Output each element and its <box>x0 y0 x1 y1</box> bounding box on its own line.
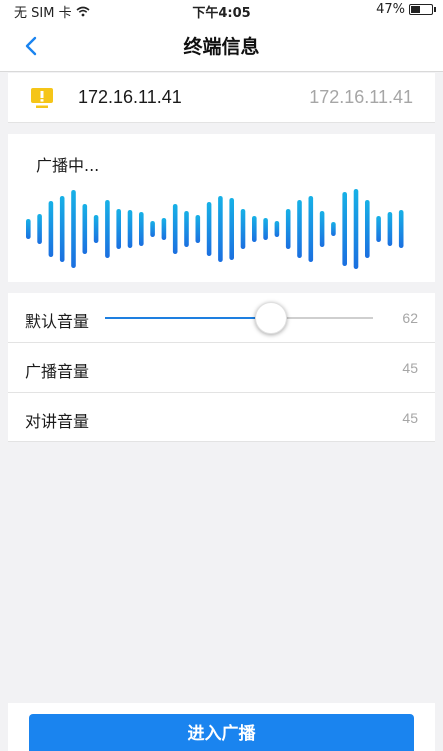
wave-bar <box>150 221 155 237</box>
broadcast-wave-card: 广播中... <box>8 134 435 282</box>
wave-bar <box>331 222 336 236</box>
wave-bar <box>274 221 280 237</box>
broadcast-volume-label: 广播音量 <box>25 362 90 381</box>
wave-bar <box>218 196 223 262</box>
device-info-row: 172.16.11.41 172.16.11.41 <box>8 73 435 123</box>
broadcast-volume-value: 45 <box>402 360 418 376</box>
wave-bar <box>353 189 359 269</box>
wave-bar <box>184 211 189 247</box>
wave-bar <box>116 209 121 249</box>
device-ip-secondary: 172.16.11.41 <box>309 87 413 107</box>
wave-bar <box>342 192 347 266</box>
nav-bar: 终端信息 <box>0 20 443 72</box>
status-bar: 无 SIM 卡 下午4:05 47% <box>0 0 443 21</box>
wave-bar <box>82 204 88 254</box>
battery-cap <box>434 7 436 12</box>
wave-bar <box>71 190 76 268</box>
wave-bar <box>26 219 31 239</box>
slider-fill <box>105 317 272 319</box>
enter-broadcast-button[interactable]: 进入广播 <box>29 714 414 751</box>
battery-text: 47% <box>376 2 405 17</box>
wave-bar <box>59 196 65 262</box>
intercom-volume-row[interactable]: 对讲音量 45 <box>8 393 435 442</box>
wave-bar <box>387 212 393 246</box>
status-right: 47% <box>376 2 436 17</box>
device-ip: 172.16.11.41 <box>78 87 182 107</box>
wave-bar <box>127 210 133 248</box>
broadcast-volume-row[interactable]: 广播音量 45 <box>8 343 435 393</box>
battery-fill <box>411 6 420 13</box>
wave-bar <box>308 196 314 262</box>
volume-settings: 默认音量 62 广播音量 45 对讲音量 45 <box>8 293 435 442</box>
wave-bar <box>93 215 99 243</box>
default-volume-label: 默认音量 <box>25 312 90 331</box>
wave-bar <box>48 201 54 257</box>
wave-bar <box>285 209 291 249</box>
intercom-volume-value: 45 <box>402 410 418 426</box>
wave-bar <box>398 210 404 248</box>
wave-bar <box>139 212 144 246</box>
default-volume-slider[interactable] <box>105 302 373 334</box>
broadcast-status: 广播中... <box>36 156 100 175</box>
wave-bar <box>263 218 268 240</box>
default-volume-row: 默认音量 62 <box>8 293 435 343</box>
wave-bar <box>172 204 178 254</box>
wave-bar <box>297 200 302 258</box>
bottom-action-area: 进入广播 <box>8 703 435 751</box>
intercom-volume-label: 对讲音量 <box>25 412 90 431</box>
wave-bar <box>240 209 246 249</box>
slider-thumb[interactable] <box>255 302 288 334</box>
audio-waveform <box>26 189 404 269</box>
wave-bar <box>206 202 212 256</box>
wave-bar <box>105 200 110 258</box>
default-volume-value: 62 <box>402 310 418 326</box>
wave-bar <box>195 215 201 243</box>
wave-bar <box>365 200 370 258</box>
wave-bar <box>376 216 381 242</box>
wave-bar <box>252 216 257 242</box>
wave-bar <box>161 218 167 240</box>
wave-bar <box>319 211 325 247</box>
battery-icon <box>409 4 436 15</box>
page-title: 终端信息 <box>183 36 260 58</box>
monitor-warning-icon <box>31 88 53 108</box>
wave-bar <box>229 198 234 260</box>
wave-bar <box>37 214 42 244</box>
